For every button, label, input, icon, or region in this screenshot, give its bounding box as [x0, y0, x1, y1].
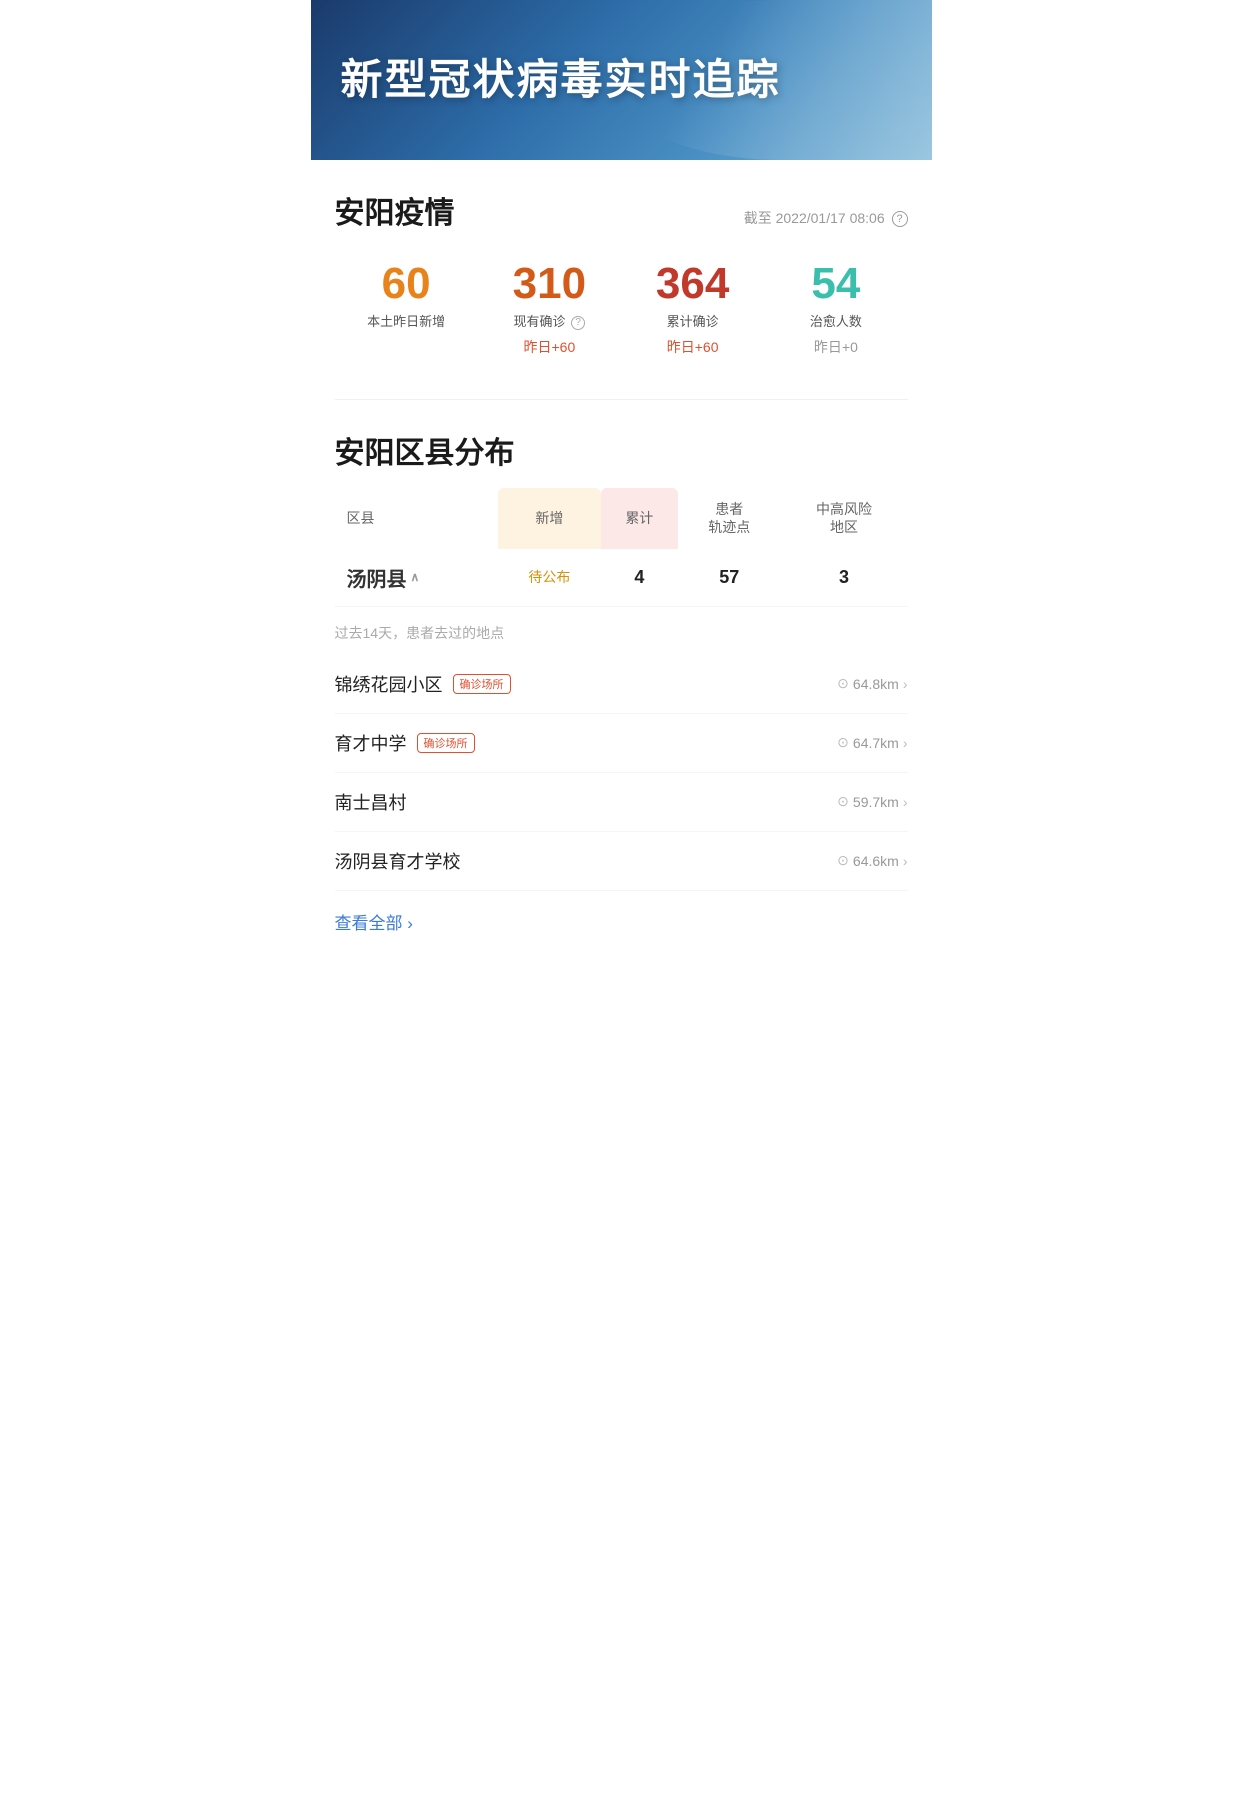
district-table: 区县 新增 累计 患者轨迹点 中高风险地区 汤阴县 ∧ 待 [335, 488, 908, 606]
stat-local-new-label: 本土昨日新增 [339, 314, 474, 331]
location-distance-3: 59.7km [853, 794, 899, 810]
location-left-3: 南士昌村 [335, 789, 407, 815]
stat-recovered-delta: 昨日+0 [768, 337, 903, 357]
pin-icon-4: ⊙ [837, 852, 849, 869]
stat-current-delta: 昨日+60 [482, 337, 617, 357]
county-risk-area: 3 [780, 549, 907, 607]
location-name-1: 锦绣花园小区 [335, 671, 443, 697]
county-patient-trace: 57 [678, 549, 780, 607]
stat-recovered: 54 治愈人数 昨日+0 [764, 252, 907, 365]
page-title: 新型冠状病毒实时追踪 [341, 55, 781, 105]
stat-recovered-label: 治愈人数 [768, 314, 903, 331]
location-distance-4: 64.6km [853, 853, 899, 869]
location-left-1: 锦绣花园小区 确诊场所 [335, 671, 511, 697]
stat-total-confirmed: 364 累计确诊 昨日+60 [621, 252, 764, 365]
location-name-2: 育才中学 [335, 730, 407, 756]
location-right-4: ⊙ 64.6km › [837, 852, 907, 869]
stat-total-label: 累计确诊 [625, 314, 760, 331]
pin-icon-3: ⊙ [837, 793, 849, 810]
anyang-section: 安阳疫情 截至 2022/01/17 08:06 ? 60 本土昨日新增 310… [335, 160, 908, 395]
header-banner: 新型冠状病毒实时追踪 [311, 0, 932, 160]
th-risk-area: 中高风险地区 [780, 488, 907, 548]
th-new: 新增 [498, 488, 600, 548]
district-section-title: 安阳区县分布 [335, 428, 908, 472]
stat-current-label: 现有确诊 ? [482, 314, 617, 331]
timestamp: 截至 2022/01/17 08:06 ? [744, 208, 908, 228]
location-left-4: 汤阴县育才学校 [335, 848, 461, 874]
stat-current-confirmed: 310 现有确诊 ? 昨日+60 [478, 252, 621, 365]
list-item[interactable]: 育才中学 确诊场所 ⊙ 64.7km › [335, 714, 908, 773]
main-content: 安阳疫情 截至 2022/01/17 08:06 ? 60 本土昨日新增 310… [311, 160, 932, 978]
view-all-label: 查看全部 › [335, 909, 413, 934]
chevron-up-icon: ∧ [411, 570, 420, 584]
list-item[interactable]: 锦绣花园小区 确诊场所 ⊙ 64.8km › [335, 655, 908, 714]
county-name-cell[interactable]: 汤阴县 ∧ [335, 549, 499, 607]
list-item[interactable]: 汤阴县育才学校 ⊙ 64.6km › [335, 832, 908, 891]
th-patient-trace: 患者轨迹点 [678, 488, 780, 548]
stat-current-number: 310 [482, 260, 617, 308]
view-all-link[interactable]: 查看全部 › [335, 891, 413, 958]
timestamp-question-icon[interactable]: ? [892, 211, 908, 227]
confirmed-badge-2: 确诊场所 [417, 733, 475, 753]
stat-total-number: 364 [625, 260, 760, 308]
location-name-3: 南士昌村 [335, 789, 407, 815]
stats-grid: 60 本土昨日新增 310 现有确诊 ? 昨日+60 364 累计确诊 昨日+6… [335, 252, 908, 365]
table-row[interactable]: 汤阴县 ∧ 待公布 4 57 3 [335, 549, 908, 607]
chevron-right-icon-3: › [903, 794, 908, 810]
location-section: 过去14天，患者去过的地点 锦绣花园小区 确诊场所 ⊙ 64.8km › 育才中… [335, 607, 908, 968]
stat-local-new: 60 本土昨日新增 [335, 252, 478, 365]
current-confirmed-question-icon[interactable]: ? [571, 316, 585, 330]
anyang-section-title: 安阳疫情 [335, 188, 455, 232]
section-divider [335, 399, 908, 400]
section-header-row: 安阳疫情 截至 2022/01/17 08:06 ? [335, 188, 908, 252]
county-total: 4 [601, 549, 679, 607]
chevron-right-icon-2: › [903, 735, 908, 751]
chevron-right-icon-1: › [903, 676, 908, 692]
location-hint: 过去14天，患者去过的地点 [335, 607, 908, 655]
confirmed-badge-1: 确诊场所 [453, 674, 511, 694]
stat-total-delta: 昨日+60 [625, 337, 760, 357]
location-right-1: ⊙ 64.8km › [837, 675, 907, 692]
chevron-right-icon-4: › [903, 853, 908, 869]
stat-recovered-number: 54 [768, 260, 903, 308]
th-district: 区县 [335, 488, 499, 548]
county-new: 待公布 [498, 549, 600, 607]
location-left-2: 育才中学 确诊场所 [335, 730, 475, 756]
stat-local-new-number: 60 [339, 260, 474, 308]
location-name-4: 汤阴县育才学校 [335, 848, 461, 874]
pin-icon-1: ⊙ [837, 675, 849, 692]
list-item[interactable]: 南士昌村 ⊙ 59.7km › [335, 773, 908, 832]
location-right-2: ⊙ 64.7km › [837, 734, 907, 751]
district-section: 安阳区县分布 区县 新增 累计 患者轨迹点 中高风险地区 汤阴县 ∧ [335, 404, 908, 977]
th-total: 累计 [601, 488, 679, 548]
location-right-3: ⊙ 59.7km › [837, 793, 907, 810]
pin-icon-2: ⊙ [837, 734, 849, 751]
location-distance-1: 64.8km [853, 676, 899, 692]
location-distance-2: 64.7km [853, 735, 899, 751]
